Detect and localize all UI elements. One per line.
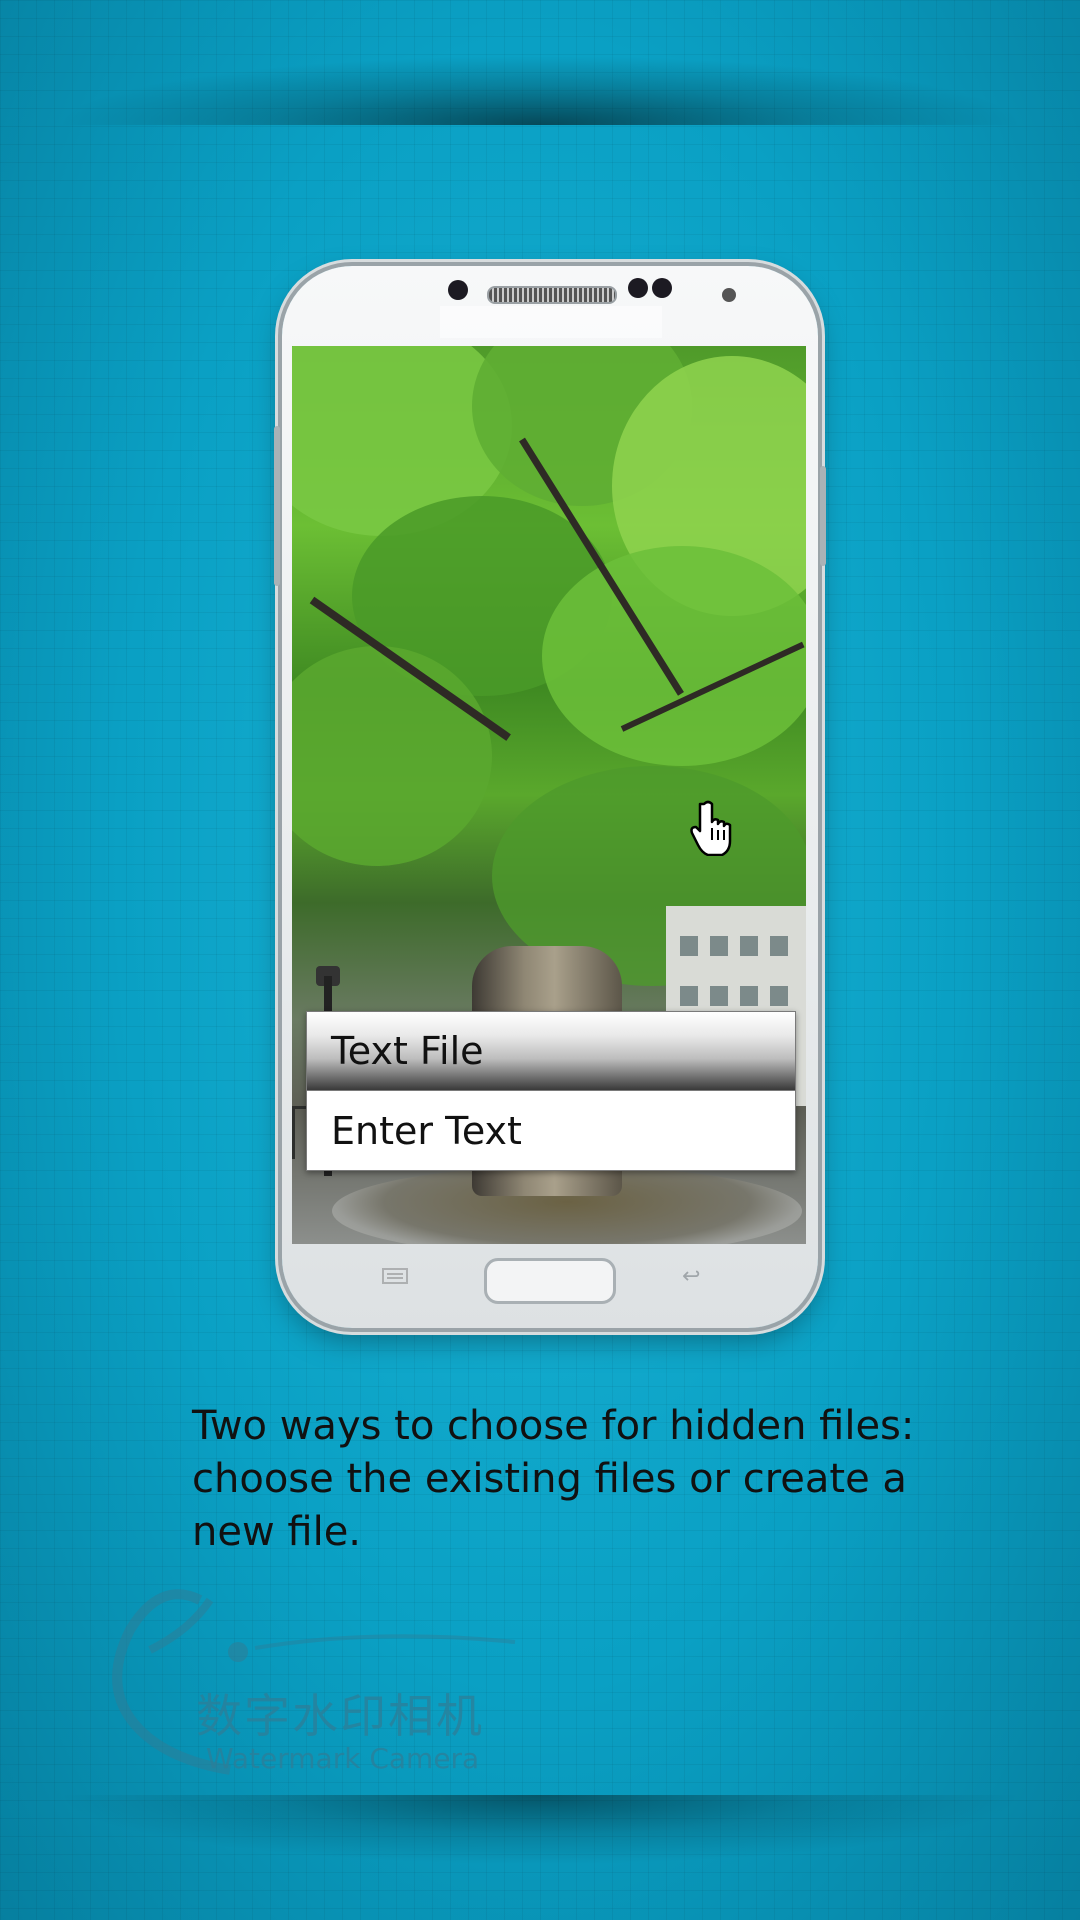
hand-pointer-icon bbox=[690, 800, 736, 857]
phone-power-button bbox=[820, 466, 826, 566]
phone-mockup: Text File Enter Text ↩ bbox=[274, 266, 826, 1328]
menu-item-label: Text File bbox=[331, 1029, 484, 1073]
front-camera-icon bbox=[448, 280, 468, 300]
sensor-dot-2 bbox=[652, 278, 672, 298]
menu-key-icon[interactable] bbox=[382, 1268, 408, 1284]
menu-item-label: Enter Text bbox=[331, 1108, 522, 1153]
home-button[interactable] bbox=[484, 1258, 616, 1304]
watermark-camera-logo: 数字水印相机 Watermark Camera bbox=[110, 1570, 530, 1790]
file-source-menu: Text File Enter Text bbox=[306, 1011, 796, 1171]
top-shadow bbox=[55, 55, 1025, 125]
logo-chinese-text: 数字水印相机 bbox=[196, 1689, 484, 1743]
phone-volume-button bbox=[274, 426, 280, 586]
foliage-cluster bbox=[542, 546, 806, 766]
bottom-shadow bbox=[55, 1795, 1025, 1865]
caption-text: Two ways to choose for hidden files: cho… bbox=[192, 1403, 915, 1555]
back-key-icon[interactable]: ↩ bbox=[682, 1264, 700, 1289]
sensor-dot-1 bbox=[628, 278, 648, 298]
menu-item-text-file[interactable]: Text File bbox=[306, 1011, 796, 1091]
phone-screen-photo: Text File Enter Text bbox=[292, 346, 806, 1244]
earpiece-speaker bbox=[487, 286, 617, 304]
phone-top-panel bbox=[440, 306, 662, 338]
logo-english-text: Watermark Camera bbox=[206, 1742, 480, 1775]
proximity-sensor bbox=[722, 288, 736, 302]
menu-item-enter-text[interactable]: Enter Text bbox=[306, 1091, 796, 1171]
